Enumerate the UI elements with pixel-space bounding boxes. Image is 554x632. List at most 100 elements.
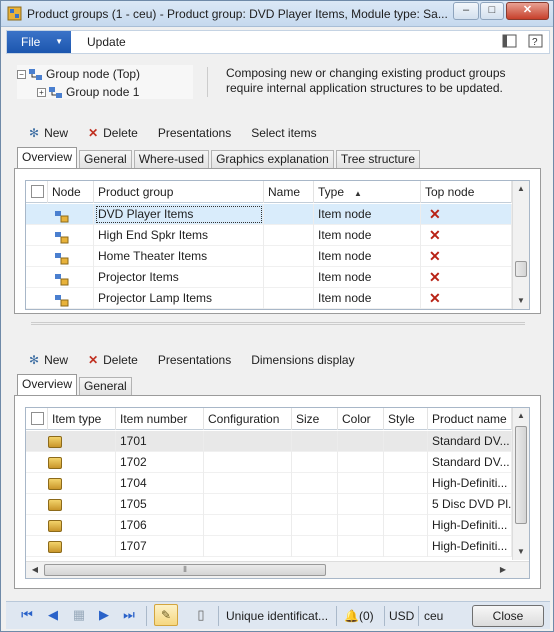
scroll-up-icon[interactable]: ▲ [513, 409, 529, 423]
product-name-cell[interactable]: Standard DV... [428, 431, 512, 452]
col-item-type[interactable]: Item type [48, 408, 116, 430]
scroll-right-icon[interactable]: ▶ [496, 562, 510, 578]
first-record-icon[interactable]: ⏮ [18, 607, 36, 623]
pane-splitter[interactable] [31, 322, 525, 325]
scroll-thumb[interactable]: ⦀ [44, 564, 326, 576]
product-name-cell[interactable]: Standard DV... [428, 452, 512, 473]
attachment-icon[interactable]: ▯ [192, 607, 210, 623]
col-name[interactable]: Name [264, 181, 314, 203]
item-number-cell[interactable]: 1705 [116, 494, 204, 515]
top-node-cell[interactable]: ✕ [421, 288, 512, 309]
scroll-up-icon[interactable]: ▲ [513, 182, 529, 196]
last-record-icon[interactable]: ⏭ [120, 607, 138, 623]
select-all-checkbox[interactable] [26, 408, 48, 430]
color-cell[interactable] [338, 452, 384, 473]
size-cell[interactable] [292, 536, 338, 557]
col-product-name[interactable]: Product name [428, 408, 512, 430]
scroll-thumb[interactable] [515, 426, 527, 524]
tab-where-used[interactable]: Where-used [133, 150, 210, 168]
tree-node-root[interactable]: − Group node (Top) [17, 67, 140, 81]
next-record-icon[interactable]: ▶ [95, 607, 113, 623]
table-row[interactable]: 1704 High-Definiti... [26, 473, 512, 494]
product-name-cell[interactable]: High-Definiti... [428, 515, 512, 536]
item-number-cell[interactable]: 1702 [116, 452, 204, 473]
table-row[interactable]: 1706 High-Definiti... [26, 515, 512, 536]
item-number-cell[interactable]: 1706 [116, 515, 204, 536]
tab-tree-structure[interactable]: Tree structure [335, 150, 421, 168]
select-all-checkbox[interactable] [26, 181, 48, 203]
configuration-cell[interactable] [204, 473, 292, 494]
configuration-cell[interactable] [204, 431, 292, 452]
product-name-cell[interactable]: 5 Disc DVD Pl... [428, 494, 512, 515]
tab-overview[interactable]: Overview [17, 147, 78, 168]
currency-indicator[interactable]: USD [389, 609, 414, 623]
color-cell[interactable] [338, 536, 384, 557]
alerts-indicator[interactable]: 🔔(0) [344, 609, 374, 623]
type-cell[interactable]: Item node [314, 204, 421, 225]
col-node[interactable]: Node [48, 181, 94, 203]
col-style[interactable]: Style [384, 408, 428, 430]
product-group-cell[interactable]: DVD Player Items [94, 204, 264, 225]
top-node-cell[interactable]: ✕ [421, 246, 512, 267]
delete-button[interactable]: ✕ Delete [88, 126, 138, 140]
style-cell[interactable] [384, 452, 428, 473]
minimize-button[interactable]: – [453, 2, 479, 20]
scroll-left-icon[interactable]: ◀ [28, 562, 42, 578]
dimensions-display-button[interactable]: Dimensions display [251, 353, 354, 367]
top-node-cell[interactable]: ✕ [421, 204, 512, 225]
style-cell[interactable] [384, 473, 428, 494]
product-name-cell[interactable]: High-Definiti... [428, 536, 512, 557]
name-cell[interactable] [264, 246, 314, 267]
configuration-cell[interactable] [204, 536, 292, 557]
vertical-scrollbar[interactable]: ▲ ▼ [512, 408, 529, 560]
color-cell[interactable] [338, 515, 384, 536]
configuration-cell[interactable] [204, 515, 292, 536]
size-cell[interactable] [292, 515, 338, 536]
file-menu-button[interactable]: File ▼ [7, 31, 71, 53]
edit-mode-button[interactable]: ✎ [154, 604, 178, 626]
unique-identifier-text[interactable]: Unique identificat... [226, 609, 328, 623]
top-node-cell[interactable]: ✕ [421, 267, 512, 288]
help-icon[interactable]: ? [528, 34, 543, 48]
size-cell[interactable] [292, 452, 338, 473]
col-color[interactable]: Color [338, 408, 384, 430]
new-button[interactable]: ✻ New [29, 126, 68, 140]
collapse-icon[interactable]: − [17, 70, 26, 80]
tab-general[interactable]: General [79, 377, 132, 395]
new-button[interactable]: ✻ New [29, 353, 68, 367]
product-group-cell[interactable]: Projector Items [94, 267, 264, 288]
tab-graphics-explanation[interactable]: Graphics explanation [211, 150, 334, 168]
item-number-cell[interactable]: 1707 [116, 536, 204, 557]
table-row[interactable]: 1707 High-Definiti... [26, 536, 512, 557]
close-window-button[interactable]: ✕ [506, 2, 549, 20]
col-item-number[interactable]: Item number [116, 408, 204, 430]
presentations-button[interactable]: Presentations [158, 353, 231, 367]
tab-update[interactable]: Update [87, 35, 126, 49]
style-cell[interactable] [384, 536, 428, 557]
col-type[interactable]: Type ▲ [314, 181, 421, 203]
item-number-cell[interactable]: 1701 [116, 431, 204, 452]
name-cell[interactable] [264, 267, 314, 288]
product-group-cell[interactable]: Home Theater Items [94, 246, 264, 267]
size-cell[interactable] [292, 494, 338, 515]
table-row[interactable]: Home Theater Items Item node ✕ [26, 246, 512, 267]
color-cell[interactable] [338, 473, 384, 494]
product-group-cell[interactable]: High End Spkr Items [94, 225, 264, 246]
scroll-thumb[interactable] [515, 261, 527, 277]
horizontal-scrollbar[interactable]: ◀ ⦀ ▶ [26, 561, 529, 578]
product-group-cell[interactable]: Projector Lamp Items [94, 288, 264, 309]
col-size[interactable]: Size [292, 408, 338, 430]
grid-view-icon[interactable]: ▦ [70, 607, 88, 623]
type-cell[interactable]: Item node [314, 225, 421, 246]
color-cell[interactable] [338, 431, 384, 452]
style-cell[interactable] [384, 431, 428, 452]
scroll-down-icon[interactable]: ▼ [513, 294, 529, 308]
delete-button[interactable]: ✕ Delete [88, 353, 138, 367]
company-indicator[interactable]: ceu [424, 609, 443, 623]
name-cell[interactable] [264, 225, 314, 246]
configuration-cell[interactable] [204, 452, 292, 473]
table-row[interactable]: 1702 Standard DV... [26, 452, 512, 473]
color-cell[interactable] [338, 494, 384, 515]
maximize-button[interactable]: □ [480, 2, 504, 20]
type-cell[interactable]: Item node [314, 288, 421, 309]
